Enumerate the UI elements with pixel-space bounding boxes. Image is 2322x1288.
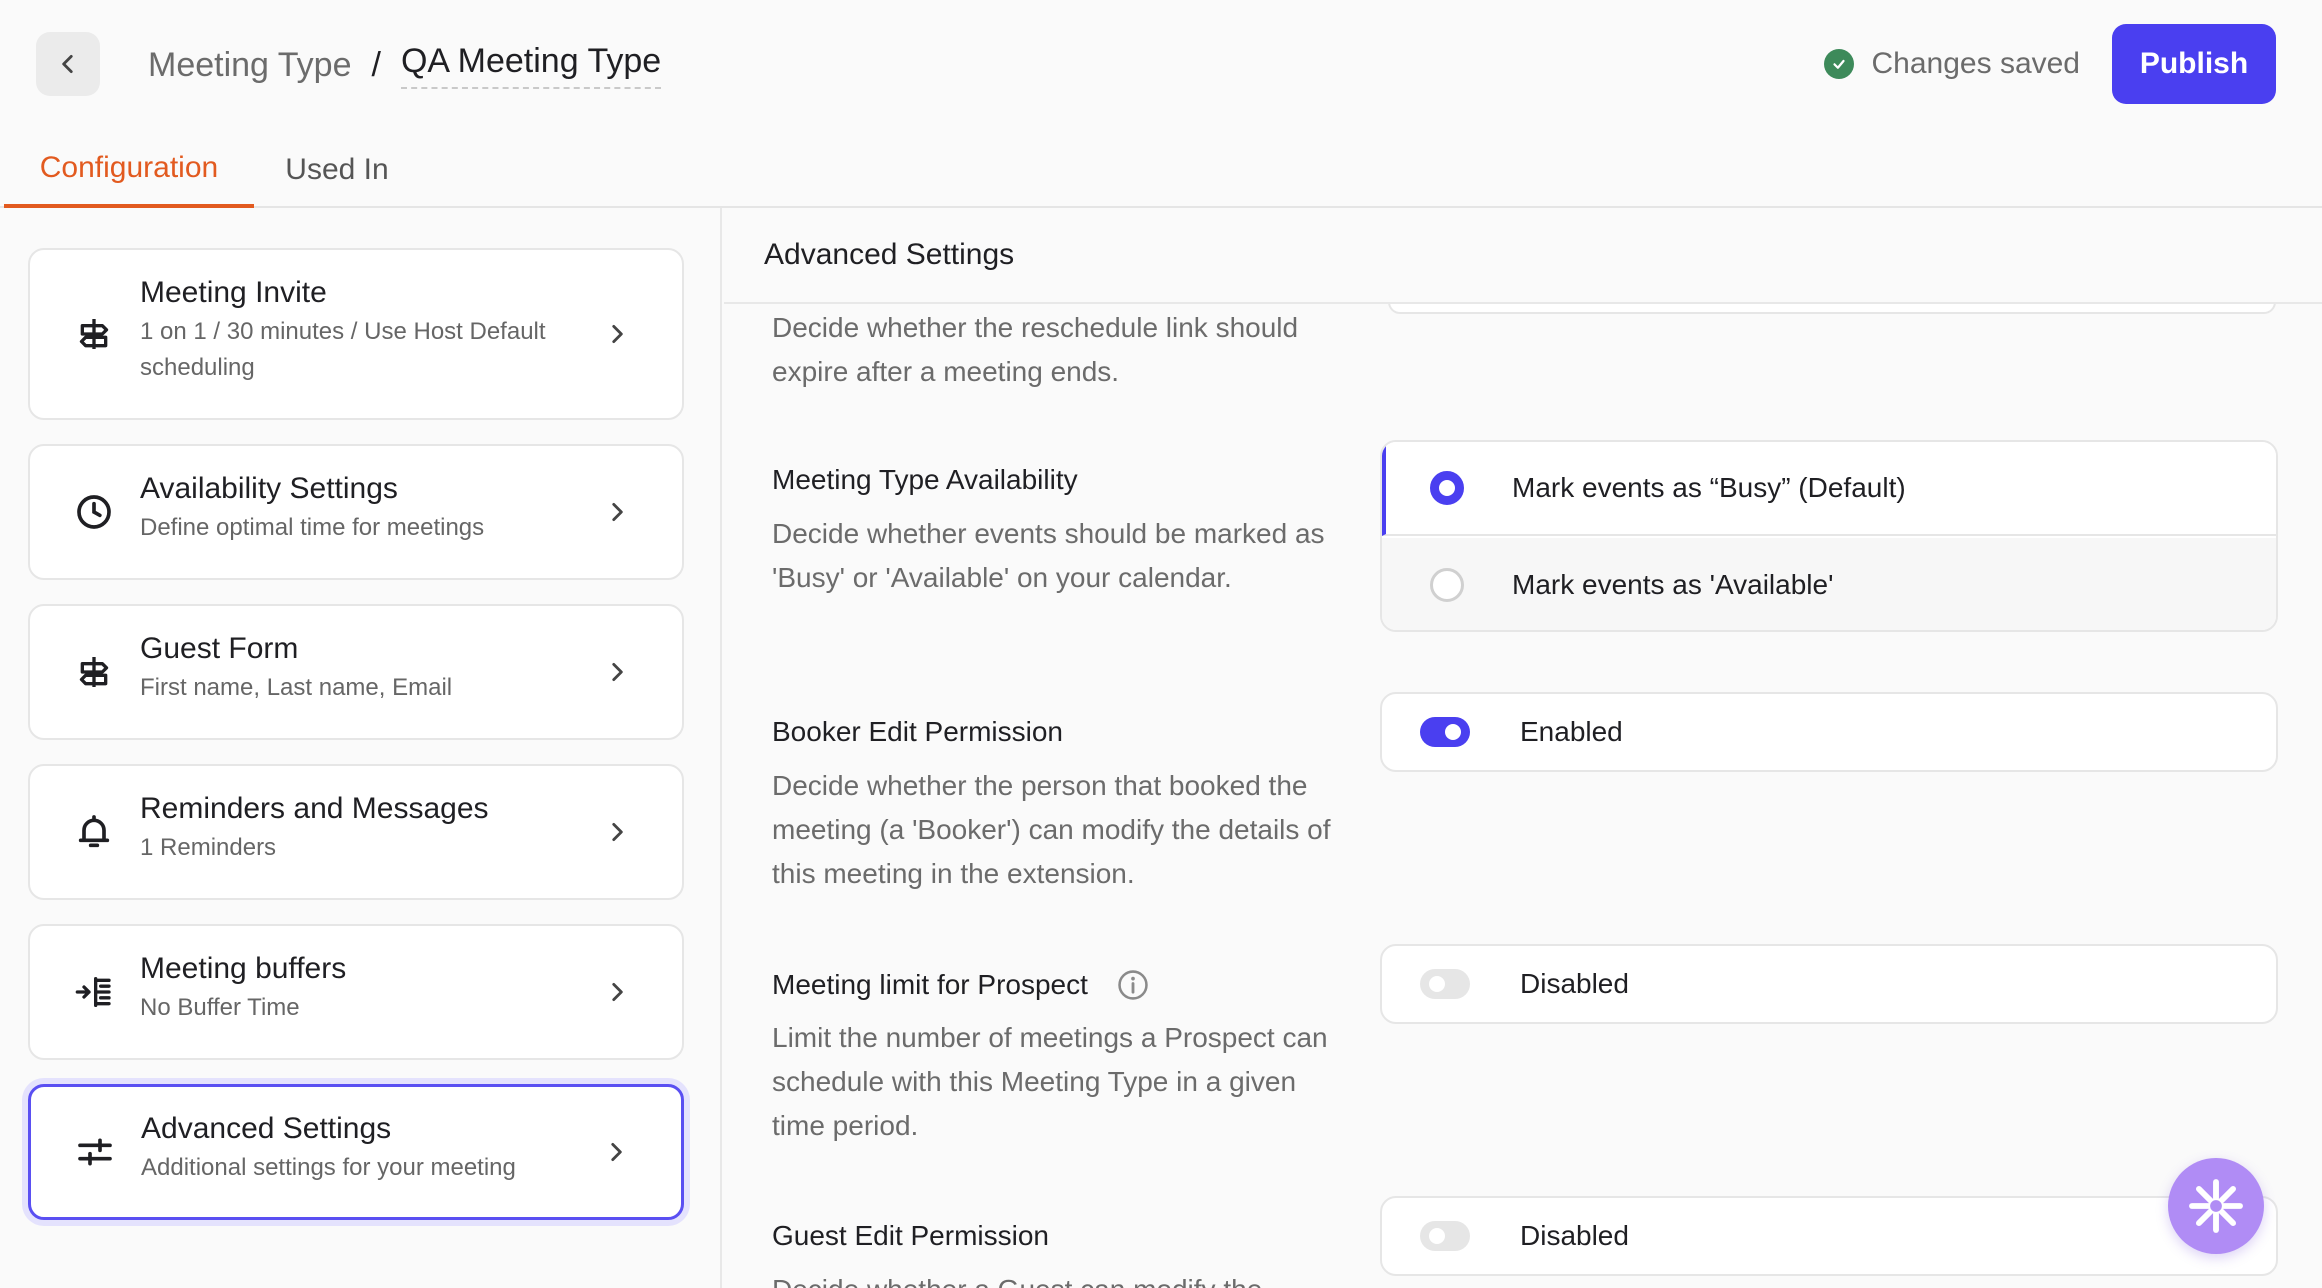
booker-edit-description: Decide whether the person that booked th… <box>772 770 1331 889</box>
chevron-right-icon <box>604 819 630 845</box>
chevron-right-icon <box>604 659 630 685</box>
sidebar-item-subtitle: First name, Last name, Email <box>140 674 453 701</box>
buffer-icon <box>74 972 114 1012</box>
guest-edit-toggle[interactable] <box>1420 1221 1470 1251</box>
guest-edit-title: Guest Edit Permission <box>772 1220 1049 1251</box>
availability-title: Meeting Type Availability <box>772 464 1078 495</box>
page: Meeting Type / QA Meeting Type Changes s… <box>0 0 2322 1288</box>
tab-configuration[interactable]: Configuration <box>4 132 254 208</box>
sidebar-item-title: Meeting buffers <box>140 952 347 985</box>
save-status-text: Changes saved <box>1871 47 2080 80</box>
sidebar-item-title: Reminders and Messages <box>140 792 489 825</box>
booker-edit-toggle-row: Enabled <box>1380 692 2278 772</box>
sidebar-item-title: Availability Settings <box>140 472 398 505</box>
settings-panel: Decide whether the reschedule link shoul… <box>724 208 2322 1288</box>
toggle-state-label: Enabled <box>1520 716 1623 747</box>
sidebar-item-title: Advanced Settings <box>141 1112 392 1145</box>
sidebar-item-meeting-buffers[interactable]: Meeting buffers No Buffer Time <box>28 924 684 1060</box>
sidebar-item-subtitle: No Buffer Time <box>140 994 300 1021</box>
breadcrumb-separator: / <box>371 45 381 84</box>
back-button[interactable] <box>36 32 100 96</box>
booker-edit-title: Booker Edit Permission <box>772 716 1064 747</box>
toggle-state-label: Disabled <box>1520 1220 1629 1251</box>
sidebar-item-subtitle: Define optimal time for meetings <box>140 514 485 541</box>
sidebar-item-subtitle: Additional settings for your meeting <box>141 1154 516 1181</box>
sidebar-item-advanced-settings[interactable]: Advanced Settings Additional settings fo… <box>28 1084 684 1220</box>
guest-edit-toggle-row: Disabled <box>1380 1196 2278 1276</box>
tab-used-in[interactable]: Used In <box>270 132 404 208</box>
chevron-right-icon <box>603 1139 629 1165</box>
radio-option-available[interactable]: Mark events as 'Available' <box>1382 538 2276 630</box>
save-status: Changes saved <box>1823 44 2080 84</box>
info-icon[interactable] <box>1116 968 1150 1002</box>
radio-unselected[interactable] <box>1430 568 1464 602</box>
meeting-type-name[interactable]: QA Meeting Type <box>400 42 662 89</box>
sidebar-item-guest-form[interactable]: Guest Form First name, Last name, Email <box>28 604 684 740</box>
booker-edit-toggle[interactable] <box>1420 717 1470 747</box>
breadcrumb-parent[interactable]: Meeting Type <box>148 46 352 85</box>
chevron-left-icon <box>62 55 73 73</box>
chevron-right-icon <box>604 499 630 525</box>
sidebar-item-title: Meeting Invite <box>140 276 327 309</box>
availability-description: Decide whether events should be marked a… <box>772 518 1325 593</box>
availability-radio-group: Mark events as “Busy” (Default) Mark eve… <box>1380 440 2278 632</box>
meeting-limit-description: Limit the number of meetings a Prospect … <box>772 1022 1328 1141</box>
signpost-icon <box>74 314 114 354</box>
radio-label: Mark events as 'Available' <box>1512 569 1834 600</box>
sidebar-item-meeting-invite[interactable]: Meeting Invite 1 on 1 / 30 minutes / Use… <box>28 248 684 420</box>
sidebar-item-subtitle: 1 on 1 / 30 minutes / Use Host Default s… <box>140 318 546 381</box>
sidebar-item-reminders-and-messages[interactable]: Reminders and Messages 1 Reminders <box>28 764 684 900</box>
chevron-right-icon <box>604 321 630 347</box>
sidebar-item-title: Guest Form <box>140 632 299 665</box>
clock-icon <box>74 492 114 532</box>
bell-icon <box>74 812 114 852</box>
meeting-limit-title-row: Meeting limit for Prospect <box>772 968 1150 1002</box>
panel-title: Advanced Settings <box>764 238 1015 271</box>
sidebar-item-availability-settings[interactable]: Availability Settings Define optimal tim… <box>28 444 684 580</box>
radio-label: Mark events as “Busy” (Default) <box>1512 472 1906 503</box>
toggle-state-label: Disabled <box>1520 968 1629 999</box>
meeting-limit-toggle-row: Disabled <box>1380 944 2278 1024</box>
chevron-right-icon <box>604 979 630 1005</box>
sidebar: Meeting Invite 1 on 1 / 30 minutes / Use… <box>0 208 722 1288</box>
sliders-icon <box>75 1132 115 1172</box>
panel-header: Advanced Settings <box>724 208 2322 304</box>
sparkle-icon <box>2189 1179 2243 1233</box>
breadcrumb: Meeting Type / QA Meeting Type <box>148 40 662 90</box>
reschedule-link-description: Decide whether the reschedule link shoul… <box>772 312 1299 387</box>
assistant-button[interactable] <box>2168 1158 2264 1254</box>
meeting-limit-title: Meeting limit for Prospect <box>772 969 1088 1000</box>
guest-edit-description: Decide whether a Guest can modify the <box>772 1268 1332 1288</box>
meeting-limit-toggle[interactable] <box>1420 969 1470 999</box>
tab-bar: Configuration Used In <box>0 132 2322 208</box>
signpost-icon <box>74 652 114 692</box>
check-circle-icon <box>1823 49 1854 79</box>
radio-selected[interactable] <box>1430 471 1464 505</box>
sidebar-item-subtitle: 1 Reminders <box>140 834 277 861</box>
radio-option-busy[interactable]: Mark events as “Busy” (Default) <box>1382 442 2276 536</box>
publish-button[interactable]: Publish <box>2112 24 2276 104</box>
